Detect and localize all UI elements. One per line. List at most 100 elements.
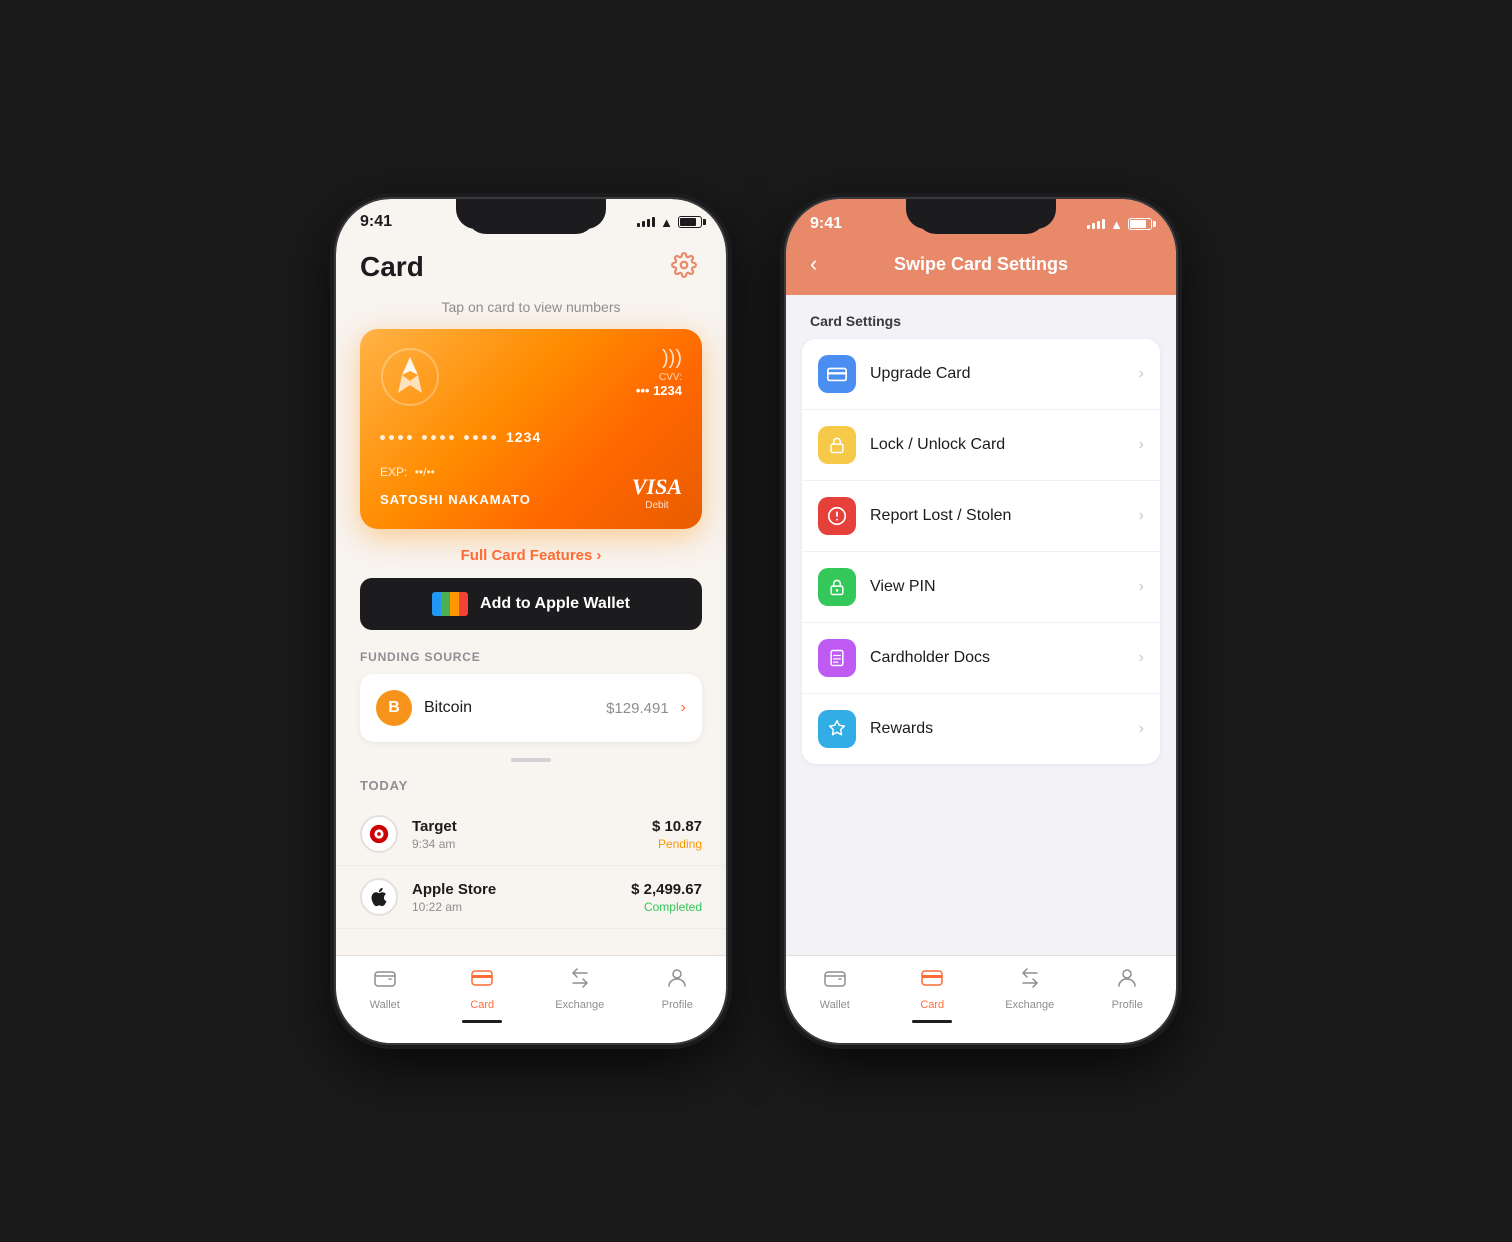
phone-card-screen: 9:41 ▲ <box>336 199 726 1043</box>
signal-bar-r1 <box>1087 225 1090 229</box>
exp-value: ••/•• <box>415 465 435 479</box>
card-nav-label-r: Card <box>920 999 944 1011</box>
lock-card-label: Lock / Unlock Card <box>870 436 1125 454</box>
signal-bar-1 <box>637 223 640 227</box>
signal-bar-r4 <box>1102 219 1105 229</box>
nav-item-exchange-r[interactable]: Exchange <box>981 966 1079 1023</box>
status-icons-right: ▲ <box>1087 217 1152 232</box>
transaction-item-target[interactable]: Target 9:34 am $ 10.87 Pending <box>336 803 726 866</box>
settings-item-report-lost[interactable]: Report Lost / Stolen › <box>802 481 1160 552</box>
back-button[interactable]: ‹ <box>810 251 817 277</box>
card-dots-3 <box>464 435 496 440</box>
upgrade-card-icon <box>818 355 856 393</box>
visa-text: VISA <box>632 474 682 500</box>
chevron-right-icon: › <box>596 547 601 564</box>
dot <box>464 435 469 440</box>
exchange-nav-icon <box>568 966 592 996</box>
funding-amount: $129.491 <box>606 700 669 717</box>
chevron-rewards: › <box>1139 720 1144 738</box>
apple-wallet-label: Add to Apple Wallet <box>480 595 630 613</box>
rewards-icon <box>818 710 856 748</box>
funding-source-item[interactable]: B Bitcoin $129.491 › <box>360 674 702 742</box>
tap-hint-text: Tap on card to view numbers <box>336 299 726 315</box>
dot <box>431 435 436 440</box>
apple-tx-name: Apple Store <box>412 881 617 898</box>
chevron-upgrade: › <box>1139 365 1144 383</box>
profile-nav-label: Profile <box>662 999 693 1011</box>
nav-item-wallet[interactable]: Wallet <box>336 966 434 1023</box>
report-lost-icon <box>818 497 856 535</box>
chevron-docs: › <box>1139 649 1144 667</box>
status-time-left: 9:41 <box>360 213 392 231</box>
contactless-icon: ))) <box>636 347 682 370</box>
credit-card[interactable]: ))) CVV: ••• 1234 <box>360 329 702 529</box>
target-tx-name: Target <box>412 818 638 835</box>
funding-section-label: FUNDING SOURCE <box>336 650 726 674</box>
signal-bar-4 <box>652 217 655 227</box>
signal-bar-r3 <box>1097 221 1100 229</box>
dot <box>422 435 427 440</box>
dot <box>389 435 394 440</box>
chevron-right-funding: › <box>681 699 686 717</box>
apple-tx-time: 10:22 am <box>412 900 617 914</box>
nav-item-card[interactable]: Card <box>434 966 532 1023</box>
nav-item-profile[interactable]: Profile <box>629 966 727 1023</box>
card-last-digits: 1234 <box>506 429 541 445</box>
dot <box>407 435 412 440</box>
chevron-report: › <box>1139 507 1144 525</box>
wifi-icon-left: ▲ <box>660 215 673 230</box>
signal-bar-r2 <box>1092 223 1095 229</box>
card-holder-name: SATOSHI NAKAMATO <box>380 492 531 507</box>
settings-item-cardholder-docs[interactable]: Cardholder Docs › <box>802 623 1160 694</box>
settings-item-rewards[interactable]: Rewards › <box>802 694 1160 764</box>
notch2 <box>916 199 1046 234</box>
dot <box>398 435 403 440</box>
full-features-link[interactable]: Full Card Features › <box>336 547 726 564</box>
cvv-value: ••• 1234 <box>636 383 682 398</box>
upgrade-card-label: Upgrade Card <box>870 365 1125 383</box>
profile-nav-icon-r <box>1115 966 1139 996</box>
nav-item-exchange[interactable]: Exchange <box>531 966 629 1023</box>
transaction-item-apple[interactable]: Apple Store 10:22 am $ 2,499.67 Complete… <box>336 866 726 929</box>
target-tx-time: 9:34 am <box>412 837 638 851</box>
exchange-nav-label: Exchange <box>555 999 604 1011</box>
settings-item-upgrade-card[interactable]: Upgrade Card › <box>802 339 1160 410</box>
active-indicator-r <box>912 1020 952 1023</box>
rewards-label: Rewards <box>870 720 1125 738</box>
settings-item-lock-card[interactable]: Lock / Unlock Card › <box>802 410 1160 481</box>
bottom-nav-left: Wallet Card Exchange <box>336 955 726 1043</box>
settings-content-area: Card Settings Upgrade Card › <box>786 295 1176 955</box>
settings-section-label: Card Settings <box>786 295 1176 339</box>
nav-item-wallet-r[interactable]: Wallet <box>786 966 884 1023</box>
full-features-label: Full Card Features <box>461 547 593 564</box>
bottom-nav-right: Wallet Card Exchange <box>786 955 1176 1043</box>
nav-item-profile-r[interactable]: Profile <box>1079 966 1177 1023</box>
dot <box>449 435 454 440</box>
settings-item-view-pin[interactable]: View PIN › <box>802 552 1160 623</box>
phone1-screen: 9:41 ▲ <box>336 199 726 1043</box>
card-nav-icon <box>470 966 494 996</box>
card-type-text: Debit <box>632 500 682 511</box>
signal-bar-3 <box>647 219 650 227</box>
signal-bars-right <box>1087 219 1105 229</box>
gear-button[interactable] <box>666 249 702 285</box>
gear-icon <box>671 252 697 283</box>
funding-name: Bitcoin <box>424 699 594 717</box>
add-to-apple-wallet-button[interactable]: Add to Apple Wallet <box>360 578 702 630</box>
wallet-nav-label-r: Wallet <box>820 999 850 1011</box>
active-indicator <box>462 1020 502 1023</box>
wallet-nav-label: Wallet <box>370 999 400 1011</box>
phone2-screen: 9:41 ▲ <box>786 199 1176 1043</box>
dot <box>473 435 478 440</box>
target-tx-amount: $ 10.87 <box>652 818 702 835</box>
chevron-pin: › <box>1139 578 1144 596</box>
profile-nav-label-r: Profile <box>1112 999 1143 1011</box>
settings-screen-content: 9:41 ▲ <box>786 199 1176 1043</box>
profile-nav-icon <box>665 966 689 996</box>
target-tx-status: Pending <box>652 837 702 851</box>
nav-item-card-r[interactable]: Card <box>884 966 982 1023</box>
status-icons-left: ▲ <box>637 215 702 230</box>
card-dots-2 <box>422 435 454 440</box>
card-nav-icon-r <box>920 966 944 996</box>
card-nav-label: Card <box>470 999 494 1011</box>
